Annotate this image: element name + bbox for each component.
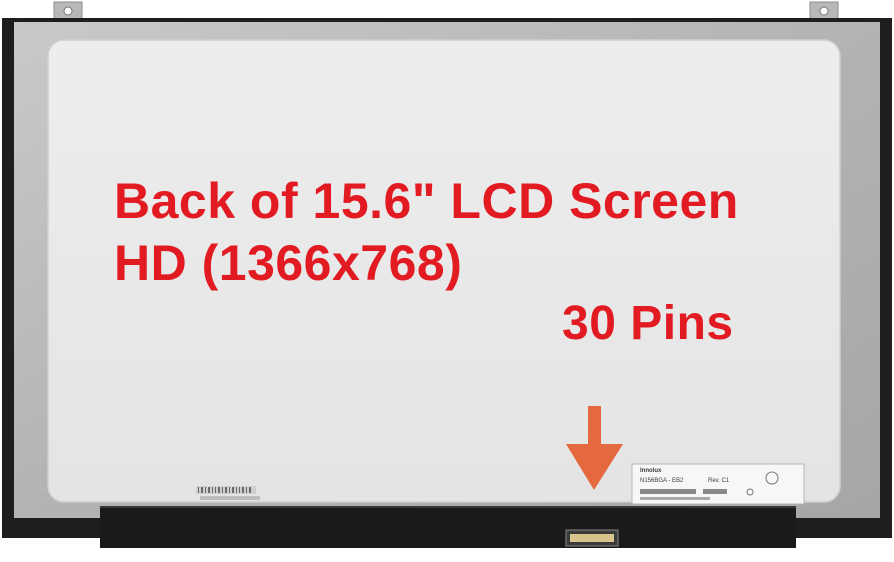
lcd-panel-photo: Innolux N156BGA - EB2 Rev. C1 Back of 15… xyxy=(0,0,894,557)
headline-line-1: Back of 15.6" LCD Screen xyxy=(114,173,739,229)
connector-30-pin xyxy=(565,529,619,547)
barcode-label-left xyxy=(196,486,260,500)
headline-line-2: HD (1366x768) xyxy=(114,235,463,291)
sticker-rev: Rev. C1 xyxy=(708,478,730,484)
sticker-brand: Innolux xyxy=(640,468,662,474)
sticker-model: N156BGA - EB2 xyxy=(640,478,684,484)
pin-count-label: 30 Pins xyxy=(562,297,734,350)
bottom-bezel-strip xyxy=(100,506,796,548)
